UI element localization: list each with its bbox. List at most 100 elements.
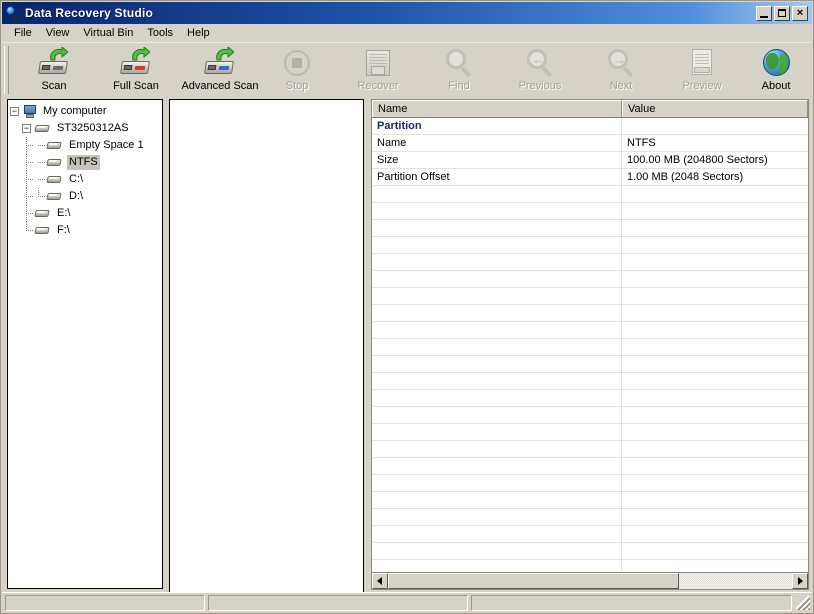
- tree-connector: [34, 171, 46, 188]
- toolbar: Scan Full Scan Advanced Scan Stop Recove…: [2, 42, 812, 97]
- tree-item-c-drive[interactable]: C:\: [10, 171, 162, 188]
- table-row[interactable]: [372, 543, 808, 560]
- collapse-icon[interactable]: −: [22, 124, 31, 133]
- table-row[interactable]: [372, 492, 808, 509]
- tree-item-label: Empty Space 1: [69, 139, 144, 151]
- tree-item-e-drive[interactable]: E:\: [10, 205, 162, 222]
- cell-name: [372, 220, 622, 236]
- hard-drive-advanced-scan-icon: [204, 47, 236, 79]
- green-arrow-icon: [132, 47, 150, 61]
- table-row[interactable]: [372, 288, 808, 305]
- tree-item-st3250312as[interactable]: − ST3250312AS: [10, 120, 162, 137]
- minimize-button[interactable]: [756, 5, 772, 21]
- cell-value: [622, 339, 808, 355]
- properties-panel[interactable]: Name Value Partition Name NTFS Size 100.00 M…: [371, 99, 809, 573]
- table-row[interactable]: [372, 526, 808, 543]
- menu-item-virtual-bin[interactable]: Virtual Bin: [76, 26, 140, 41]
- collapse-icon[interactable]: −: [10, 107, 19, 116]
- status-pane-1: [5, 594, 205, 611]
- toolbar-button-preview[interactable]: Preview: [663, 45, 741, 96]
- toolbar-button-scan[interactable]: Scan: [15, 45, 93, 96]
- cell-value: [622, 271, 808, 287]
- table-row[interactable]: [372, 356, 808, 373]
- toolbar-button-about[interactable]: About: [744, 45, 808, 96]
- search-previous-icon: ←: [524, 47, 556, 79]
- table-row[interactable]: [372, 373, 808, 390]
- tree-item-empty-space-1[interactable]: Empty Space 1: [10, 137, 162, 154]
- scroll-track[interactable]: [388, 573, 792, 589]
- table-row[interactable]: [372, 203, 808, 220]
- file-list-panel[interactable]: [169, 99, 364, 593]
- table-row[interactable]: [372, 475, 808, 492]
- table-row[interactable]: [372, 560, 808, 572]
- maximize-button[interactable]: [774, 5, 790, 21]
- table-row[interactable]: [372, 186, 808, 203]
- properties-header-row: Name Value: [372, 100, 808, 118]
- disk-icon: [46, 174, 63, 186]
- column-header-value[interactable]: Value: [622, 100, 808, 117]
- toolbar-button-full-scan[interactable]: Full Scan: [97, 45, 175, 96]
- table-row[interactable]: [372, 339, 808, 356]
- table-row[interactable]: [372, 220, 808, 237]
- cell-value: [622, 220, 808, 236]
- recover-disk-icon: [362, 47, 394, 79]
- cell-value: [622, 509, 808, 525]
- cell-value: [622, 526, 808, 542]
- cell-value: [622, 390, 808, 406]
- stop-icon: [281, 47, 313, 79]
- hard-drive-full-scan-icon: [120, 47, 152, 79]
- tree-item-d-drive[interactable]: D:\: [10, 188, 162, 205]
- toolbar-button-previous[interactable]: ← Previous: [501, 45, 579, 96]
- scroll-left-button[interactable]: [372, 573, 388, 589]
- cell-value: [622, 441, 808, 457]
- close-button[interactable]: ×: [792, 5, 808, 21]
- cell-name: [372, 458, 622, 474]
- tree-item-my-computer[interactable]: − My computer: [10, 103, 162, 120]
- toolbar-button-next[interactable]: → Next: [582, 45, 660, 96]
- menu-bar: File View Virtual Bin Tools Help: [2, 24, 812, 42]
- tree-item-label: F:\: [57, 224, 70, 236]
- table-row[interactable]: [372, 441, 808, 458]
- tree-item-ntfs[interactable]: NTFS: [10, 154, 162, 171]
- toolbar-button-recover[interactable]: Recover: [339, 45, 417, 96]
- menu-item-file[interactable]: File: [7, 26, 39, 41]
- table-row[interactable]: [372, 390, 808, 407]
- properties-horizontal-scrollbar[interactable]: [371, 573, 809, 590]
- cell-value: [622, 475, 808, 491]
- table-row[interactable]: [372, 237, 808, 254]
- properties-rows: Partition Name NTFS Size 100.00 MB (204800 S…: [372, 118, 808, 572]
- menu-item-help[interactable]: Help: [180, 26, 217, 41]
- cell-name: [372, 356, 622, 372]
- column-header-name[interactable]: Name: [372, 100, 622, 117]
- cell-name: Partition: [372, 118, 622, 134]
- table-row[interactable]: [372, 424, 808, 441]
- toolbar-grip[interactable]: [4, 46, 9, 94]
- table-row[interactable]: [372, 254, 808, 271]
- table-row[interactable]: [372, 509, 808, 526]
- table-row[interactable]: Size 100.00 MB (204800 Sectors): [372, 152, 808, 169]
- application-window: Data Recovery Studio × File View Virtual…: [0, 0, 814, 614]
- tree-item-label: My computer: [43, 105, 107, 117]
- table-row[interactable]: [372, 322, 808, 339]
- table-row[interactable]: [372, 305, 808, 322]
- toolbar-button-stop[interactable]: Stop: [258, 45, 336, 96]
- cell-name: Partition Offset: [372, 169, 622, 185]
- menu-item-view[interactable]: View: [39, 26, 77, 41]
- table-row[interactable]: Partition Offset 1.00 MB (2048 Sectors): [372, 169, 808, 186]
- scroll-right-button[interactable]: [792, 573, 808, 589]
- resize-grip-icon[interactable]: [796, 595, 810, 610]
- device-tree-panel[interactable]: − My computer − ST3250312AS Empty Space …: [7, 99, 163, 589]
- tree-item-f-drive[interactable]: F:\: [10, 222, 162, 239]
- table-row[interactable]: [372, 458, 808, 475]
- table-row[interactable]: [372, 407, 808, 424]
- table-row[interactable]: [372, 271, 808, 288]
- disk-icon: [34, 225, 51, 237]
- table-row[interactable]: Partition: [372, 118, 808, 135]
- status-pane-3: [471, 594, 792, 611]
- scroll-thumb[interactable]: [388, 573, 679, 589]
- preview-document-icon: [686, 47, 718, 79]
- menu-item-tools[interactable]: Tools: [140, 26, 180, 41]
- toolbar-button-advanced-scan[interactable]: Advanced Scan: [174, 45, 266, 96]
- toolbar-button-find[interactable]: Find: [420, 45, 498, 96]
- table-row[interactable]: Name NTFS: [372, 135, 808, 152]
